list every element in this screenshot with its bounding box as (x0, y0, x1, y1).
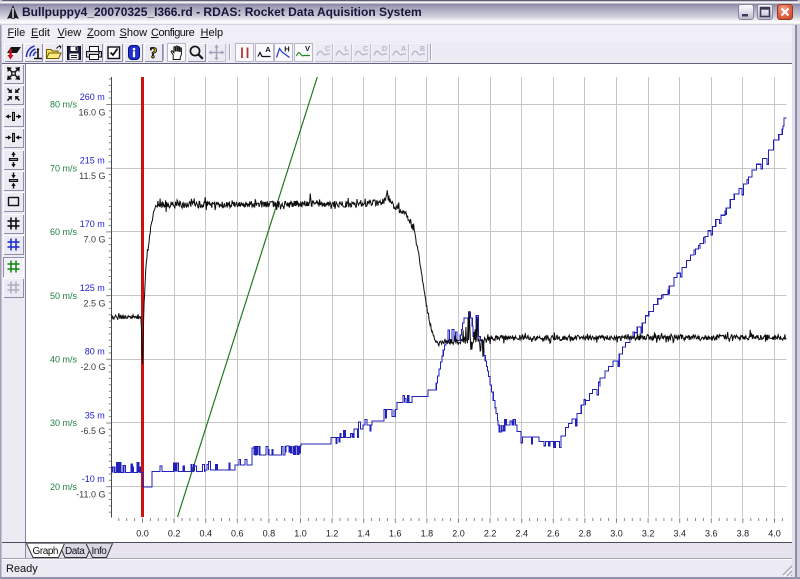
svg-text:70 m/s: 70 m/s (50, 163, 78, 173)
svg-text:260 m: 260 m (80, 92, 105, 102)
svg-text:3.0: 3.0 (610, 529, 623, 539)
svg-text:C: C (324, 46, 329, 53)
svg-text:-6.5 G: -6.5 G (80, 426, 105, 436)
svg-text:3.6: 3.6 (705, 529, 718, 539)
svg-text:11.5 G: 11.5 G (79, 171, 105, 181)
svg-text:3.4: 3.4 (673, 529, 686, 539)
svg-text:-11.0 G: -11.0 G (76, 490, 105, 500)
svg-text:7.0 G: 7.0 G (83, 235, 105, 245)
svg-text:B: B (419, 46, 424, 53)
svg-text:125 m: 125 m (80, 283, 105, 293)
svg-text:C: C (362, 46, 367, 53)
svg-text:2.5 G: 2.5 G (83, 298, 105, 308)
svg-text:215 m: 215 m (80, 156, 105, 166)
svg-text:2.0: 2.0 (452, 529, 465, 539)
svg-text:H: H (284, 45, 289, 54)
svg-text:80 m/s: 80 m/s (50, 100, 78, 110)
svg-text:3.2: 3.2 (642, 529, 655, 539)
svg-text:35 m: 35 m (85, 410, 105, 420)
svg-text:0.6: 0.6 (231, 529, 244, 539)
svg-text:170 m: 170 m (80, 219, 105, 229)
svg-text:40 m/s: 40 m/s (50, 355, 78, 365)
svg-text:80 m: 80 m (85, 347, 105, 357)
svg-text:1.0: 1.0 (294, 529, 307, 539)
svg-text:60 m/s: 60 m/s (50, 227, 78, 237)
svg-text:2.4: 2.4 (515, 529, 528, 539)
svg-text:-2.0 G: -2.0 G (80, 362, 105, 372)
svg-text:D: D (381, 46, 386, 53)
svg-text:50 m/s: 50 m/s (50, 291, 78, 301)
svg-text:A: A (265, 45, 271, 54)
svg-text:1.4: 1.4 (357, 529, 370, 539)
svg-text:2.8: 2.8 (579, 529, 592, 539)
svg-text:0.0: 0.0 (136, 529, 149, 539)
svg-text:0.2: 0.2 (168, 529, 181, 539)
svg-text:2.2: 2.2 (484, 529, 497, 539)
svg-text:30 m/s: 30 m/s (50, 418, 78, 428)
svg-text:0.4: 0.4 (199, 529, 212, 539)
svg-text:?: ? (150, 45, 158, 61)
svg-text:3.8: 3.8 (737, 529, 750, 539)
svg-text:2.6: 2.6 (547, 529, 560, 539)
svg-text:0.8: 0.8 (263, 529, 276, 539)
svg-text:1.8: 1.8 (421, 529, 434, 539)
svg-text:20 m/s: 20 m/s (50, 482, 78, 492)
svg-text:V: V (304, 44, 309, 53)
svg-text:L: L (344, 46, 349, 53)
svg-text:16.0 G: 16.0 G (78, 107, 105, 117)
svg-text:A: A (400, 46, 405, 53)
svg-text:1.6: 1.6 (389, 529, 402, 539)
svg-text:1.2: 1.2 (326, 529, 339, 539)
svg-text:-10 m: -10 m (82, 474, 105, 484)
svg-text:4.0: 4.0 (768, 529, 781, 539)
